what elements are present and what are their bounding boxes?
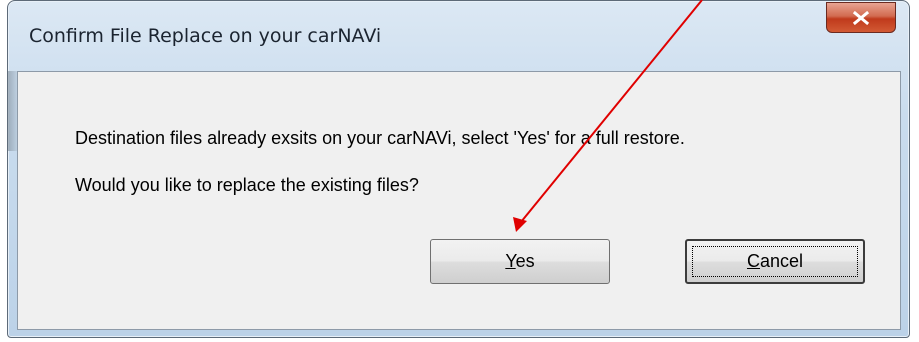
- close-icon: [852, 10, 870, 25]
- cancel-button[interactable]: Cancel: [685, 239, 865, 284]
- dialog-content-panel: Destination files already exsits on your…: [17, 71, 901, 330]
- yes-label-rest: es: [515, 251, 535, 271]
- dialog-window: Confirm File Replace on your carNAVi Des…: [7, 0, 910, 338]
- dialog-title: Confirm File Replace on your carNAVi: [29, 25, 382, 47]
- message-line-2: Would you like to replace the existing f…: [75, 175, 419, 195]
- yes-accelerator: Y: [505, 251, 516, 271]
- close-button[interactable]: [826, 2, 896, 33]
- message-line-1: Destination files already exsits on your…: [75, 128, 685, 148]
- yes-button-label: Yes: [505, 251, 534, 272]
- cancel-accelerator: C: [746, 251, 760, 271]
- yes-button[interactable]: Yes: [430, 239, 610, 284]
- cancel-label-rest: ancel: [759, 251, 804, 271]
- cancel-button-label: Cancel: [747, 251, 803, 272]
